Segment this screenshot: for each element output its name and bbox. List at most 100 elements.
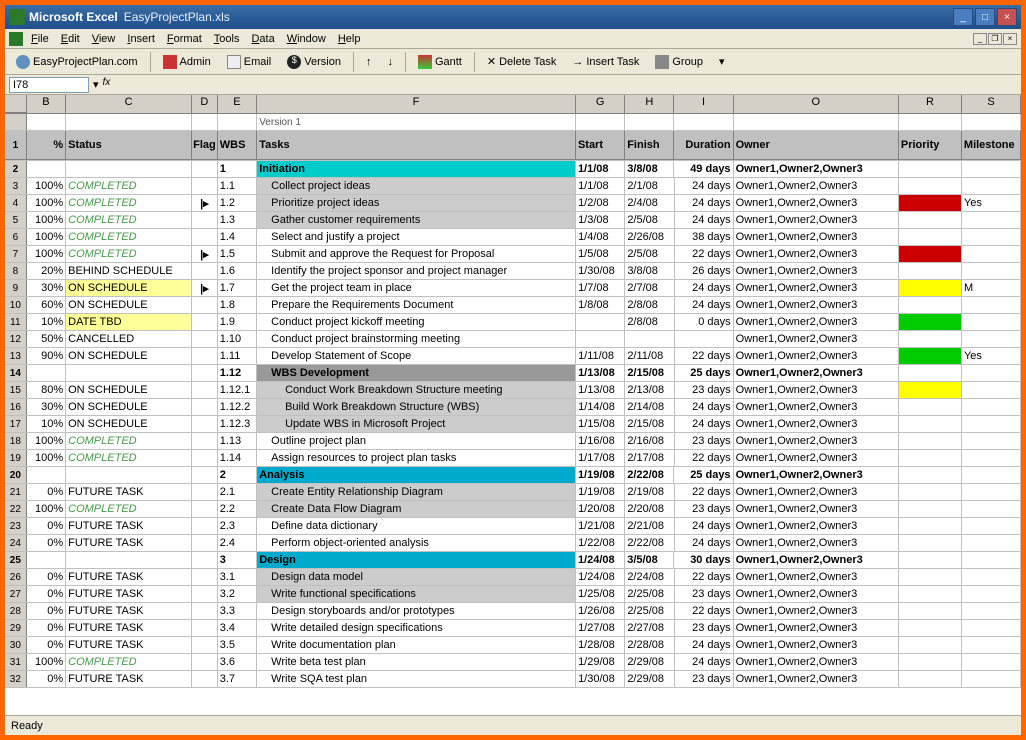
cell[interactable]: Create Entity Relationship Diagram	[257, 484, 576, 500]
cell[interactable]: 100%	[27, 229, 66, 245]
cell[interactable]: Build Work Breakdown Structure (WBS)	[257, 399, 576, 415]
mdi-restore-button[interactable]: ❐	[988, 33, 1002, 45]
row-header[interactable]: 8	[5, 263, 27, 279]
cell[interactable]: 25 days	[674, 467, 733, 483]
cell[interactable]	[962, 297, 1021, 313]
cell[interactable]: 0%	[27, 586, 66, 602]
menu-view[interactable]: View	[86, 31, 122, 47]
cell[interactable]: 24 days	[675, 654, 734, 670]
cell[interactable]: 49 days	[674, 161, 733, 177]
cell[interactable]: 1/13/08	[576, 382, 625, 398]
row-header[interactable]: 13	[5, 348, 27, 364]
cell[interactable]: 24 days	[675, 518, 734, 534]
cell[interactable]	[962, 484, 1021, 500]
cell[interactable]: COMPLETED	[66, 450, 192, 466]
cell[interactable]	[899, 229, 962, 245]
cell[interactable]: 0%	[27, 620, 66, 636]
cell[interactable]	[192, 229, 218, 245]
cell[interactable]: 1.6	[218, 263, 257, 279]
cell[interactable]	[192, 535, 218, 551]
cell[interactable]: Write beta test plan	[257, 654, 576, 670]
cell[interactable]: ON SCHEDULE	[66, 280, 192, 296]
site-button[interactable]: EasyProjectPlan.com	[9, 52, 145, 72]
cell[interactable]	[899, 569, 962, 585]
cell[interactable]: 2/28/08	[625, 637, 674, 653]
version-label[interactable]: Version 1	[257, 114, 576, 130]
cell[interactable]: 2/13/08	[625, 382, 674, 398]
cell[interactable]: Select and justify a project	[257, 229, 576, 245]
col-header[interactable]: S	[962, 95, 1021, 113]
cell[interactable]: 100%	[27, 501, 66, 517]
cell[interactable]: 1.10	[218, 331, 257, 347]
cell[interactable]: Design storyboards and/or prototypes	[257, 603, 576, 619]
cell[interactable]	[899, 161, 962, 177]
col-header[interactable]: F	[257, 95, 576, 113]
cell[interactable]: Owner1,Owner2,Owner3	[734, 416, 899, 432]
cell[interactable]: 2.2	[218, 501, 257, 517]
dropdown-icon[interactable]: ▾	[93, 78, 99, 91]
cell[interactable]: Owner1,Owner2,Owner3	[734, 433, 899, 449]
cell[interactable]: 1/29/08	[576, 654, 625, 670]
up-button[interactable]: ↑	[359, 53, 379, 71]
cell[interactable]	[899, 484, 962, 500]
cell[interactable]: 100%	[27, 212, 66, 228]
cell[interactable]	[899, 552, 962, 568]
gantt-button[interactable]: Gantt	[411, 52, 469, 72]
cell[interactable]	[576, 314, 625, 330]
cell[interactable]: FUTURE TASK	[66, 535, 192, 551]
cell[interactable]: 24 days	[675, 195, 734, 211]
row-header[interactable]	[5, 114, 27, 130]
cell[interactable]: 24 days	[675, 637, 734, 653]
cell[interactable]: 2.4	[218, 535, 257, 551]
col-header[interactable]: I	[674, 95, 733, 113]
cell[interactable]: ON SCHEDULE	[66, 382, 192, 398]
cell[interactable]: 22 days	[675, 603, 734, 619]
cell[interactable]: 1/4/08	[576, 229, 625, 245]
cell[interactable]	[192, 501, 218, 517]
cell[interactable]: 1	[218, 161, 257, 177]
cell[interactable]: 100%	[27, 450, 66, 466]
cell[interactable]: FUTURE TASK	[66, 671, 192, 687]
cell[interactable]: Write detailed design specifications	[257, 620, 576, 636]
cell[interactable]: Assign resources to project plan tasks	[257, 450, 576, 466]
cell[interactable]: Owner1,Owner2,Owner3	[734, 518, 899, 534]
col-header[interactable]: H	[625, 95, 674, 113]
group-button[interactable]: Group	[648, 52, 710, 72]
cell[interactable]: Outline project plan	[257, 433, 576, 449]
maximize-button[interactable]: □	[975, 8, 995, 26]
cell[interactable]: 1.4	[218, 229, 257, 245]
cell[interactable]: 1/17/08	[576, 450, 625, 466]
cell[interactable]: Owner1,Owner2,Owner3	[734, 195, 899, 211]
cell[interactable]: 2/11/08	[625, 348, 674, 364]
row-header[interactable]: 32	[5, 671, 27, 687]
cell[interactable]: BEHIND SCHEDULE	[66, 263, 192, 279]
cell[interactable]: Owner1,Owner2,Owner3	[734, 314, 899, 330]
cell[interactable]	[675, 331, 734, 347]
cell[interactable]: 2/20/08	[625, 501, 674, 517]
cell[interactable]: FUTURE TASK	[66, 620, 192, 636]
cell[interactable]	[899, 467, 962, 483]
cell[interactable]: 100%	[27, 178, 66, 194]
cell[interactable]: Define data dictionary	[257, 518, 576, 534]
cell[interactable]: Initiation	[257, 161, 576, 177]
cell[interactable]: Owner1,Owner2,Owner3	[734, 484, 899, 500]
cell[interactable]: 1/21/08	[576, 518, 625, 534]
cell[interactable]: 1.12.1	[218, 382, 257, 398]
cell[interactable]	[899, 348, 962, 364]
menu-window[interactable]: Window	[281, 31, 332, 47]
cell[interactable]: 1/24/08	[576, 569, 625, 585]
cell[interactable]: 30%	[27, 280, 66, 296]
cell[interactable]	[899, 280, 962, 296]
cell[interactable]: 2/21/08	[625, 518, 674, 534]
col-milestone[interactable]: Milestone	[962, 131, 1021, 160]
cell[interactable]: FUTURE TASK	[66, 603, 192, 619]
cell[interactable]: 2.1	[218, 484, 257, 500]
cell[interactable]: 10%	[27, 416, 66, 432]
cell[interactable]: Yes	[962, 348, 1021, 364]
cell[interactable]	[899, 416, 962, 432]
cell[interactable]: 20%	[27, 263, 66, 279]
cell[interactable]: 1/30/08	[576, 263, 625, 279]
cell[interactable]: 2/22/08	[625, 467, 674, 483]
cell[interactable]: Collect project ideas	[257, 178, 576, 194]
cell[interactable]: Owner1,Owner2,Owner3	[734, 263, 899, 279]
